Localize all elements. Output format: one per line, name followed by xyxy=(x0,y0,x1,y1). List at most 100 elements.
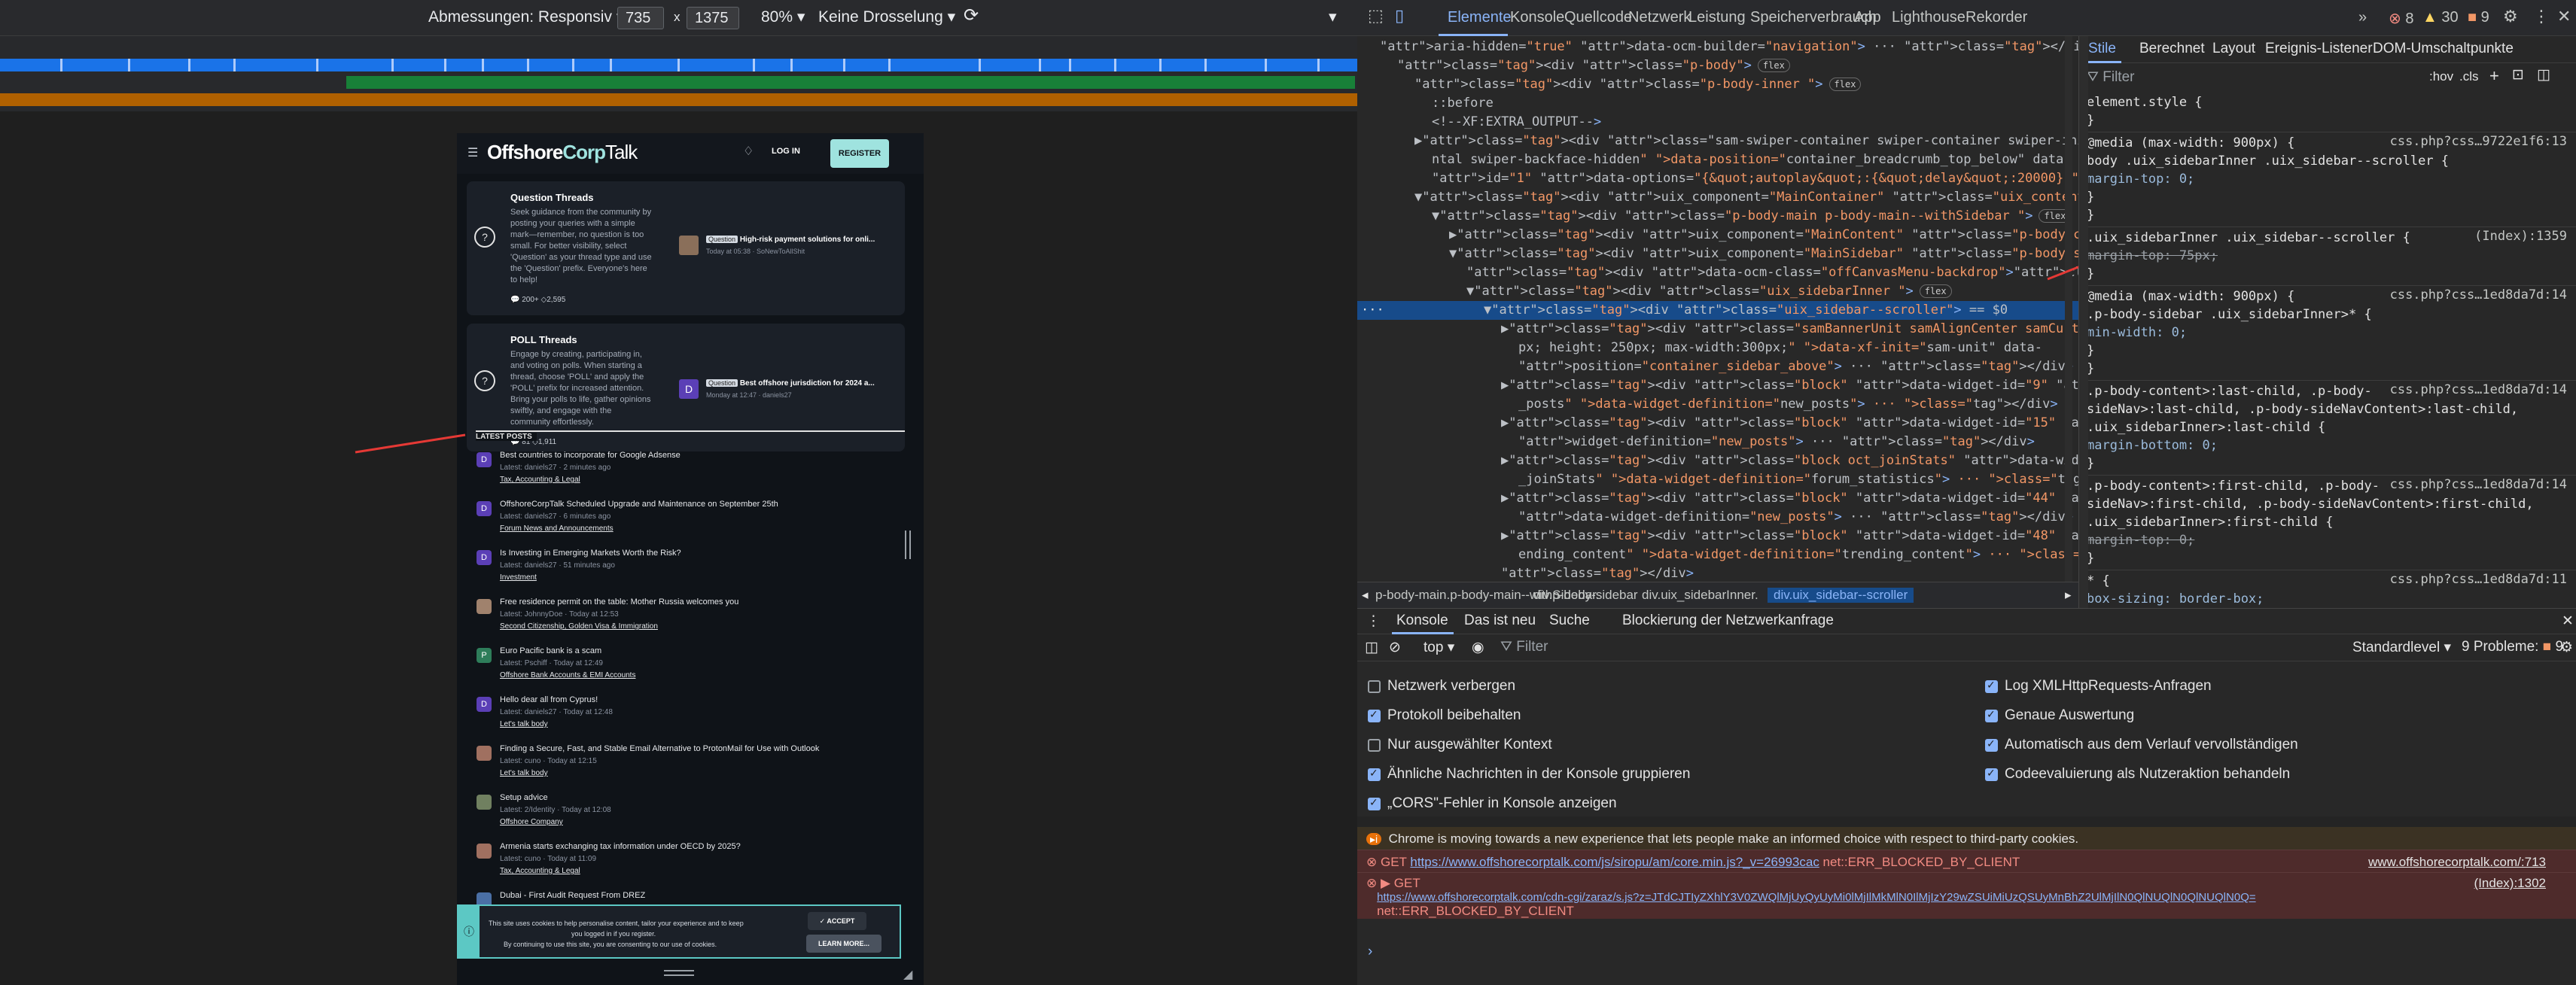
flex-badge[interactable]: flex xyxy=(1757,59,1790,72)
breadcrumb-item[interactable]: div.p-body-sidebar xyxy=(1533,588,1638,603)
settings-gear-icon[interactable]: ⚙ xyxy=(2503,7,2518,26)
avatar[interactable]: D xyxy=(477,452,492,467)
elements-scrollbar[interactable] xyxy=(2065,36,2072,582)
dom-node-line[interactable]: "attr">aria-hidden="true" "attr">data-oc… xyxy=(1380,38,2078,56)
eye-icon[interactable]: ◉ xyxy=(1472,639,1484,656)
post-title[interactable]: Euro Pacific bank is a scam xyxy=(500,646,601,655)
tab-8[interactable]: Rekorder xyxy=(1965,9,2027,26)
resize-handle-bottom[interactable] xyxy=(664,970,694,976)
styles-filter[interactable]: ⛛ Filter xyxy=(2087,69,2134,86)
warning-count[interactable]: ▲ 30 xyxy=(2422,9,2459,26)
media-bar-tick[interactable] xyxy=(60,59,62,71)
checkbox-checked[interactable]: ✓ xyxy=(1368,708,1381,722)
list-item[interactable]: Free residence permit on the table: Moth… xyxy=(467,597,905,643)
rule-source-link[interactable]: css.php?css…1ed8da7d:14 xyxy=(2390,382,2567,397)
dom-node-line[interactable]: "attr">class="tag"><div "attr">data-ocm-… xyxy=(1466,263,2078,282)
error-url[interactable]: https://www.offshorecorptalk.com/cdn-cgi… xyxy=(1377,891,2255,904)
avatar[interactable]: D xyxy=(679,379,699,399)
avatar[interactable]: D xyxy=(477,550,492,565)
rule-source-link[interactable]: css.php?css…1ed8da7d:11 xyxy=(2390,572,2567,587)
post-forum-link[interactable]: Second Citizenship, Golden Visa & Immigr… xyxy=(500,622,658,631)
styles-tab[interactable]: Layout xyxy=(2212,41,2255,57)
avatar[interactable]: D xyxy=(477,501,492,516)
checkbox-unchecked[interactable] xyxy=(1368,680,1381,693)
media-bar-tick[interactable] xyxy=(391,59,394,71)
dom-node-line[interactable]: ▼"attr">class="tag"><div "attr">uix_comp… xyxy=(1414,188,2078,207)
styles-scrollbar[interactable] xyxy=(2079,36,2088,608)
css-rule-line[interactable]: margin-top: 0; xyxy=(2087,170,2194,188)
avatar[interactable] xyxy=(477,795,492,810)
dom-node-line[interactable]: "attr">class="tag"></div> xyxy=(1501,564,1694,582)
rule-source-link[interactable]: css.php?css…1ed8da7d:14 xyxy=(2390,287,2567,302)
issue-count[interactable]: ■ 9 xyxy=(2468,9,2489,26)
css-rule-line[interactable]: min-width: 0; xyxy=(2087,324,2187,342)
latest-thread[interactable]: Question High-risk payment solutions for… xyxy=(706,236,875,244)
breadcrumb-item[interactable]: div.uix_sidebar--scroller xyxy=(1768,588,1914,603)
dom-node-line[interactable]: ▶"attr">class="tag"><div "attr">class="b… xyxy=(1501,376,2078,395)
media-bar-tick[interactable] xyxy=(677,59,680,71)
more-tabs-icon[interactable]: » xyxy=(2358,9,2367,26)
clear-console-icon[interactable]: ⊘ xyxy=(1389,639,1401,656)
tab-2[interactable]: Quellcode xyxy=(1564,9,1632,26)
console-settings-icon[interactable]: ⚙ xyxy=(2560,639,2573,656)
rotate-icon[interactable]: ⟳ xyxy=(964,5,979,26)
media-bar-tick[interactable] xyxy=(1204,59,1207,71)
list-item[interactable]: Setup advice Latest: 2/Identity · Today a… xyxy=(467,793,905,838)
tab-4[interactable]: Leistung xyxy=(1688,9,1746,26)
paint-icon[interactable]: ⊡ xyxy=(2512,66,2524,84)
dom-node-line[interactable]: ::before xyxy=(1432,94,1494,113)
media-bar-tick[interactable] xyxy=(482,59,484,71)
media-bar-tick[interactable] xyxy=(1265,59,1267,71)
dom-node-line[interactable]: ▼"attr">class="tag"><div "attr">class="u… xyxy=(1466,282,1952,301)
dom-node-line[interactable]: "attr">class="tag"><div "attr">class="p-… xyxy=(1414,75,1862,94)
error-source[interactable]: (Index):1302 xyxy=(2474,877,2546,890)
media-bar-tick[interactable] xyxy=(188,59,190,71)
checkbox-checked[interactable]: ✓ xyxy=(1985,737,1998,752)
cls-toggle[interactable]: .cls xyxy=(2459,69,2479,84)
post-title[interactable]: Finding a Secure, Fast, and Stable Email… xyxy=(500,744,819,753)
dom-node-line[interactable]: "attr">position="container_sidebar_above… xyxy=(1518,357,2073,376)
dom-node-line[interactable]: ending_content" ">data-widget-definition… xyxy=(1518,546,2078,564)
dom-node-line[interactable]: ▶"attr">class="tag"><div "attr">class="b… xyxy=(1501,527,2078,546)
checkbox-checked[interactable]: ✓ xyxy=(1985,708,1998,722)
breadcrumb-right-icon[interactable]: ▸ xyxy=(2065,588,2072,603)
dimensions-dropdown[interactable]: Abmessungen: Responsiv ▾ xyxy=(428,8,624,26)
list-item[interactable]: D Best countries to incorporate for Googl… xyxy=(467,451,905,496)
resize-corner-icon[interactable]: ◢ xyxy=(903,967,912,982)
issues-button[interactable]: 9 Probleme: ■ 9 xyxy=(2462,639,2563,655)
card-title[interactable]: Question Threads xyxy=(510,192,594,203)
dom-node-line[interactable]: ▼"attr">class="tag"><div "attr">class="p… xyxy=(1432,207,2072,226)
post-title[interactable]: OffshoreCorpTalk Scheduled Upgrade and M… xyxy=(500,500,778,509)
post-forum-link[interactable]: Let's talk body xyxy=(500,769,548,777)
dom-node-line[interactable]: _joinStats" ">data-widget-definition="fo… xyxy=(1518,470,2078,489)
media-bar-tick[interactable] xyxy=(233,59,236,71)
media-bar-orange[interactable] xyxy=(0,93,1357,106)
media-bar-tick[interactable] xyxy=(444,59,446,71)
post-forum-link[interactable]: Offshore Company xyxy=(500,818,563,826)
accept-cookies-button[interactable]: ✓ ACCEPT xyxy=(808,912,866,930)
register-button[interactable]: REGISTER xyxy=(830,139,889,168)
height-input[interactable]: 1375 xyxy=(687,7,739,29)
console-filter[interactable]: ⛛ Filter xyxy=(1500,639,1548,655)
dom-node-line[interactable]: ▶"attr">class="tag"><div "attr">uix_comp… xyxy=(1449,226,2078,245)
latest-thread[interactable]: Question Best offshore jurisdiction for … xyxy=(706,379,875,388)
media-bar-tick[interactable] xyxy=(1039,59,1041,71)
media-bar-tick[interactable] xyxy=(1114,59,1116,71)
rule-source-link[interactable]: css.php?css…9722e1f6:13 xyxy=(2390,134,2567,149)
dom-node-line[interactable]: ▶"attr">class="tag"><div "attr">class="b… xyxy=(1501,414,2078,433)
dom-node-line[interactable]: ▶"attr">class="tag"><div "attr">class="b… xyxy=(1501,489,2078,508)
rule-source-link[interactable]: css.php?css…1ed8da7d:14 xyxy=(2390,477,2567,492)
emulated-viewport[interactable]: ☰ OffshoreCorpTalk ♢ LOG IN REGISTER ? Q… xyxy=(457,133,924,985)
post-forum-link[interactable]: Offshore Bank Accounts & EMI Accounts xyxy=(500,671,635,679)
error-source[interactable]: www.offshorecorptalk.com/:713 xyxy=(2368,855,2546,870)
tab-1[interactable]: Konsole xyxy=(1510,9,1564,26)
post-title[interactable]: Free residence permit on the table: Moth… xyxy=(500,597,738,607)
tab-6[interactable]: App xyxy=(1854,9,1881,26)
post-forum-link[interactable]: Forum News and Announcements xyxy=(500,524,614,533)
css-rule-line[interactable]: margin-bottom: 0; xyxy=(2087,436,2218,454)
login-link[interactable]: LOG IN xyxy=(772,147,800,156)
menu-icon[interactable]: ☰ xyxy=(467,145,478,160)
card-title[interactable]: POLL Threads xyxy=(510,334,577,345)
console-prompt[interactable]: › xyxy=(1368,944,1372,960)
media-bar-tick[interactable] xyxy=(316,59,318,71)
